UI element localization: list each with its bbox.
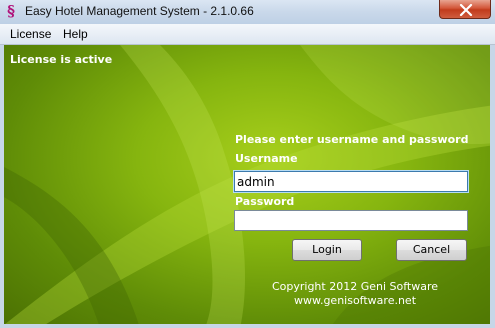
copyright-footer: Copyright 2012 Geni Software www.genisof… (220, 280, 490, 308)
close-icon (459, 4, 473, 16)
website-text: www.genisoftware.net (293, 294, 417, 307)
license-status: License is active (10, 53, 113, 66)
login-panel: License is active Please enter username … (0, 45, 495, 328)
login-prompt: Please enter username and password (235, 133, 469, 146)
window-frame-bottom (0, 324, 495, 328)
password-label: Password (235, 195, 295, 208)
menu-help[interactable]: Help (63, 27, 88, 41)
copyright-text: Copyright 2012 Geni Software (271, 280, 439, 293)
menu-bar: License Help (0, 24, 495, 45)
login-window: § Easy Hotel Management System - 2.1.0.6… (0, 0, 495, 328)
username-input[interactable] (234, 171, 468, 192)
menu-license[interactable]: License (10, 27, 51, 41)
title-bar[interactable]: § Easy Hotel Management System - 2.1.0.6… (0, 0, 495, 24)
cancel-button[interactable]: Cancel (396, 239, 467, 261)
window-frame-right (490, 45, 495, 328)
login-button[interactable]: Login (292, 239, 362, 261)
password-input[interactable] (234, 210, 468, 231)
window-title: Easy Hotel Management System - 2.1.0.66 (25, 4, 254, 18)
username-label: Username (235, 152, 298, 165)
window-frame-left (0, 45, 4, 328)
geni-logo-icon: § (7, 2, 15, 20)
close-button[interactable] (439, 0, 491, 19)
